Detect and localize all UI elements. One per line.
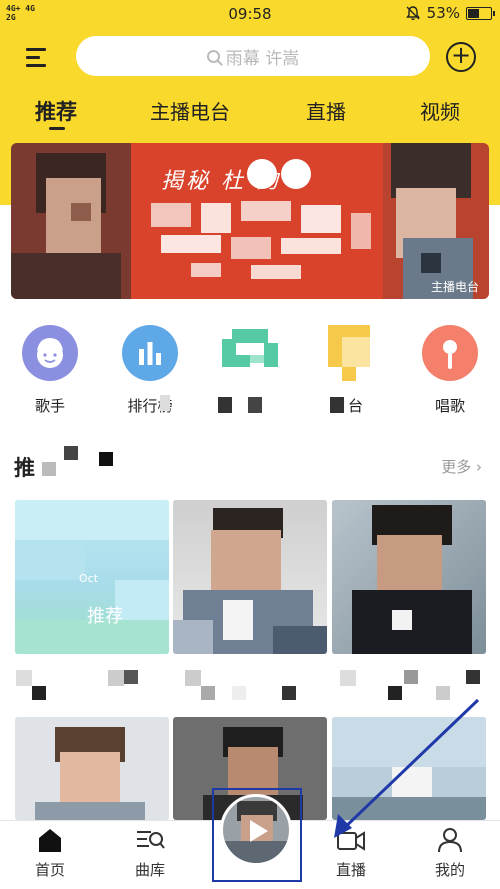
annotation-arrow — [334, 698, 480, 838]
app-screen: 4G+ 4G 2G 09:58 53% 雨幕 许嵩 + 推荐 主播电台 直播 视… — [0, 0, 500, 889]
watermark: Bai 经验 — [378, 845, 436, 861]
